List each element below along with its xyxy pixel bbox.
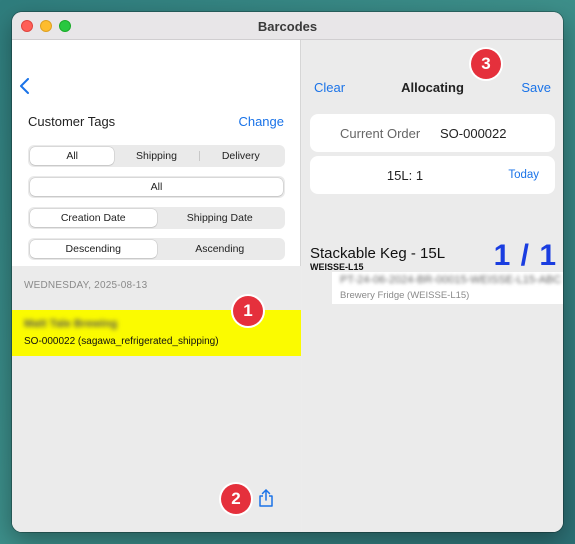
segment-shipping-date[interactable]: Shipping Date: [157, 209, 284, 227]
annotation-badge-2: 2: [221, 484, 251, 514]
date-section-header: WEDNESDAY, 2025-08-13: [24, 280, 148, 291]
order-type-segmented-control: All Shipping Delivery: [28, 145, 285, 167]
item-location: Brewery Fridge (WEISSE-L15): [340, 290, 470, 301]
current-order-label: Current Order: [340, 126, 421, 141]
segment-all[interactable]: All: [30, 147, 115, 165]
quantity-card: 15L: 1 Today: [310, 156, 555, 194]
today-button[interactable]: Today: [508, 169, 539, 181]
annotation-badge-1: 1: [233, 296, 263, 326]
segment-ascending[interactable]: Ascending: [157, 240, 284, 258]
item-name: Stackable Keg - 15L: [310, 245, 446, 262]
current-order-value: SO-000022: [440, 126, 507, 141]
order-id-subtitle: SO-000022 (sagawa_refrigerated_shipping): [24, 336, 219, 347]
segment-creation-date[interactable]: Creation Date: [30, 209, 157, 227]
serial-redacted: PT-24-06-2024-BR-00015-WEISSE-L15-ABC: [340, 274, 562, 286]
item-sku: WEISSE-L15: [310, 262, 364, 272]
share-icon[interactable]: [257, 488, 275, 508]
save-button[interactable]: Save: [521, 80, 551, 95]
date-type-segmented-control: Creation Date Shipping Date: [28, 207, 285, 229]
serial-row[interactable]: PT-24-06-2024-BR-00015-WEISSE-L15-ABC Br…: [332, 272, 563, 304]
right-panel: Clear Allocating Save Current Order SO-0…: [302, 40, 563, 532]
customer-tags-label: Customer Tags: [28, 114, 116, 129]
quantity-text: 15L: 1: [386, 168, 424, 183]
window-title: Barcodes: [257, 19, 318, 34]
app-window: Barcodes Customer Tags Change All Shippi…: [12, 12, 563, 532]
left-panel: Customer Tags Change All Shipping Delive…: [12, 40, 301, 532]
back-chevron-icon[interactable]: [18, 78, 32, 94]
sort-order-segmented-control: Descending Ascending: [28, 238, 285, 260]
title-bar: Barcodes: [12, 12, 563, 40]
segment-shipping[interactable]: Shipping: [114, 147, 198, 165]
current-order-card: Current Order SO-000022: [310, 114, 555, 152]
filter-segmented-control: All: [28, 176, 285, 198]
item-count: 1 / 1: [493, 239, 557, 272]
customer-name-redacted: Matt Tale Brewing: [24, 318, 118, 330]
change-tags-button[interactable]: Change: [238, 114, 284, 129]
segment-delivery[interactable]: Delivery: [198, 147, 283, 165]
annotation-badge-3: 3: [471, 49, 501, 79]
segment-descending[interactable]: Descending: [30, 240, 157, 258]
segment-filter-all[interactable]: All: [30, 178, 283, 196]
